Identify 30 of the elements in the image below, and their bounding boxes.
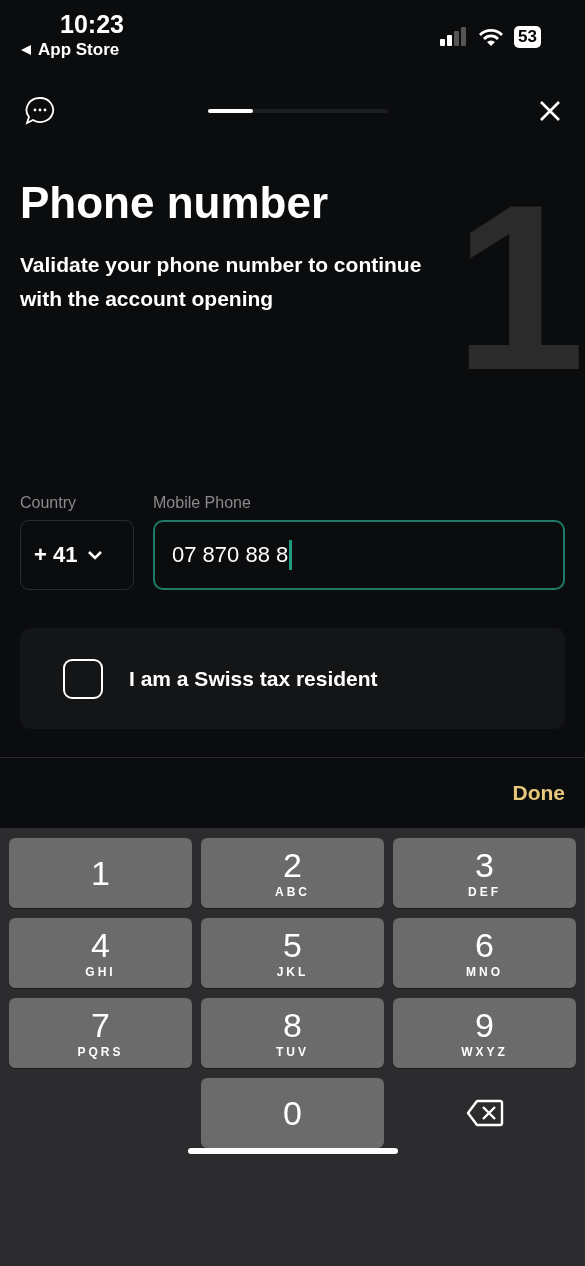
status-time: 10:23: [60, 10, 124, 39]
mobile-phone-label: Mobile Phone: [153, 494, 252, 512]
keypad-key[interactable]: 2 ABC: [201, 838, 384, 908]
page-subtitle: Validate your phone number to continue with the account opening: [20, 252, 423, 312]
back-triangle-icon: [20, 44, 32, 56]
chevron-down-icon: [87, 550, 104, 560]
keypad-key[interactable]: 8 TUV: [201, 998, 384, 1068]
battery-level: 53: [514, 26, 541, 48]
done-button[interactable]: Done: [512, 781, 565, 805]
keypad-key[interactable]: 6 MNO: [393, 918, 576, 988]
keypad-key[interactable]: 5 JKL: [201, 918, 384, 988]
chat-icon[interactable]: [24, 96, 56, 126]
page-title: Phone number: [20, 178, 330, 228]
keypad-key[interactable]: 1: [9, 838, 192, 908]
backspace-icon[interactable]: [465, 1099, 504, 1127]
checkbox[interactable]: [63, 658, 103, 699]
wifi-icon: [478, 27, 505, 47]
keypad-key[interactable]: 4 GHI: [9, 918, 192, 988]
tax-resident-card[interactable]: I am a Swiss tax resident: [20, 628, 565, 729]
phone-input-field[interactable]: 07 870 88 8: [153, 520, 565, 590]
tax-resident-label: I am a Swiss tax resident: [129, 666, 378, 691]
country-label: Country: [20, 494, 78, 512]
keypad-key[interactable]: 9 WXYZ: [393, 998, 576, 1068]
close-icon[interactable]: [539, 100, 561, 122]
keypad-key[interactable]: 0: [201, 1078, 384, 1148]
back-to-app-link[interactable]: App Store: [20, 40, 120, 60]
country-code-dropdown[interactable]: + 41: [20, 520, 134, 590]
keypad-key[interactable]: 7 PQRS: [9, 998, 192, 1068]
keypad-key[interactable]: 3 DEF: [393, 838, 576, 908]
signal-icon: [440, 27, 469, 47]
